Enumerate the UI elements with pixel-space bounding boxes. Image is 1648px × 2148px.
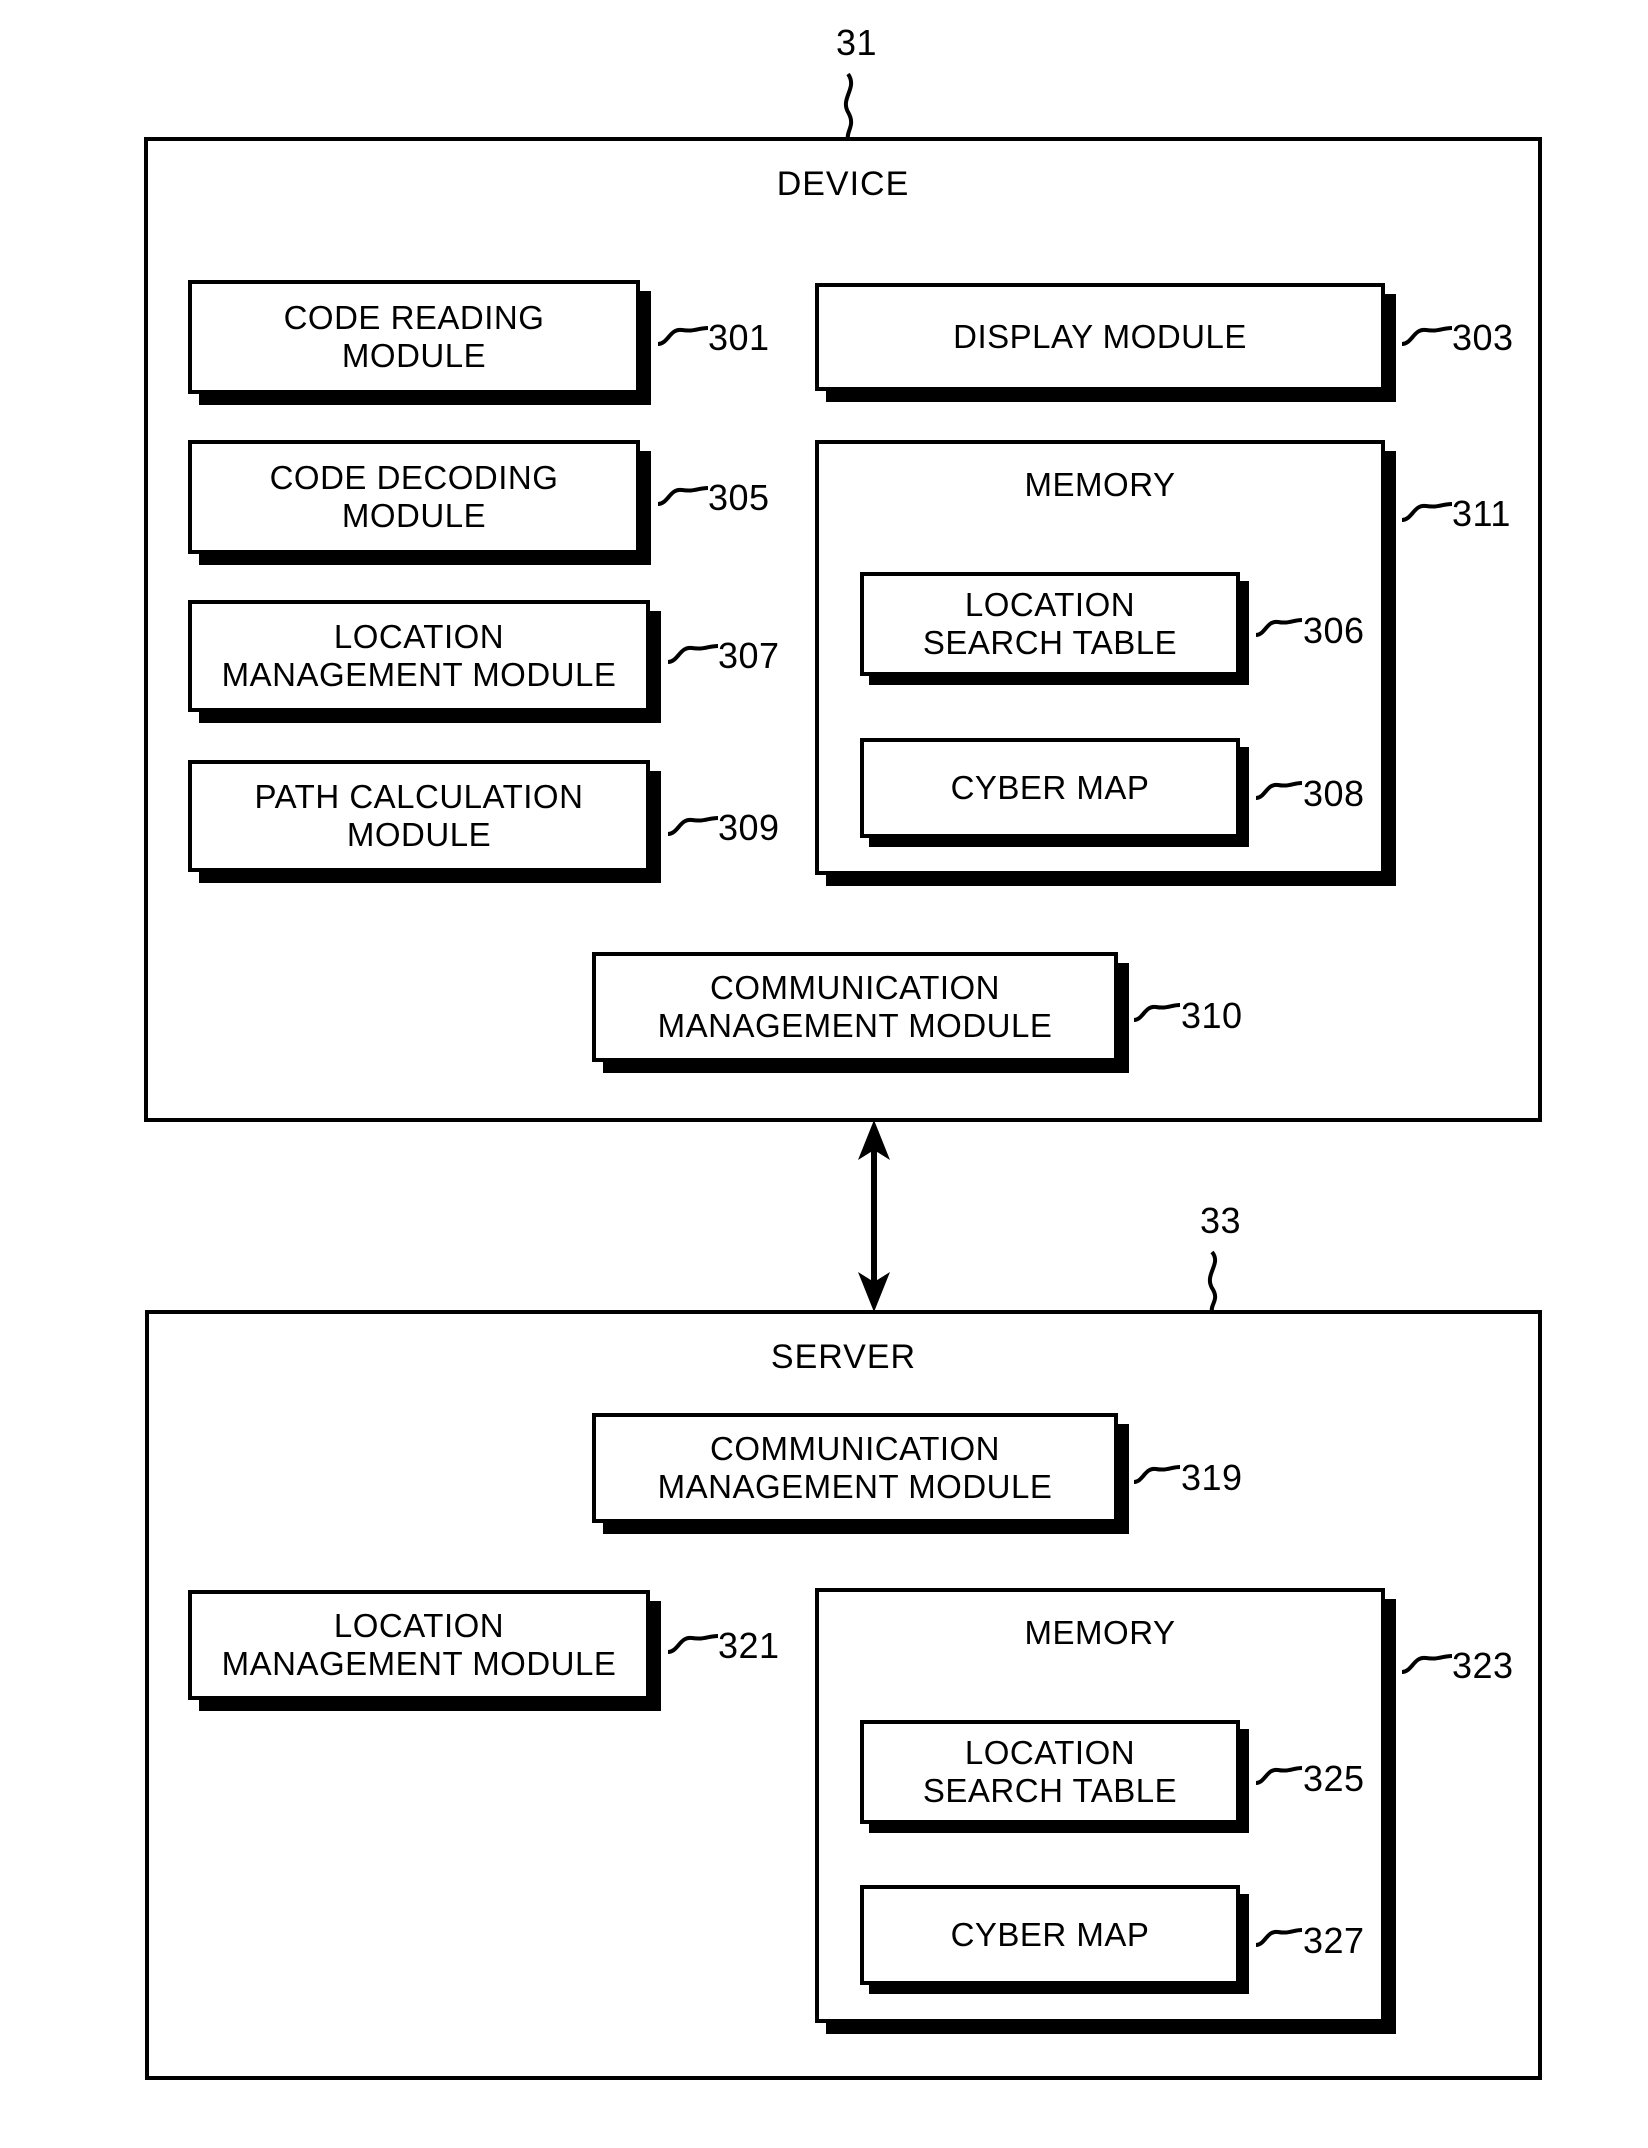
cyber-map-server[interactable]: CYBER MAP [860,1885,1240,1985]
reference-numeral-33: 33 [1200,1200,1242,1241]
reference-numeral-325: 325 [1303,1758,1365,1799]
reference-numeral-321: 321 [718,1625,780,1666]
server-title: SERVER [770,1338,917,1376]
reference-numeral-305: 305 [708,477,770,518]
module-code-decoding-label: CODE DECODING MODULE [269,459,559,534]
module-code-decoding[interactable]: CODE DECODING MODULE [188,440,640,554]
module-location-management-device[interactable]: LOCATION MANAGEMENT MODULE [188,600,650,712]
reference-numeral-31: 31 [836,22,878,63]
reference-numeral-311: 311 [1452,493,1511,534]
device-title: DEVICE [776,165,910,203]
memory-device-title: MEMORY [1024,466,1176,503]
module-display[interactable]: DISPLAY MODULE [815,283,1385,391]
module-communication-management-device[interactable]: COMMUNICATION MANAGEMENT MODULE [592,952,1118,1062]
reference-numeral-327: 327 [1303,1920,1365,1961]
location-search-table-server-label: LOCATION SEARCH TABLE [922,1734,1178,1809]
reference-numeral-319: 319 [1181,1457,1243,1498]
reference-leader-33 [1208,1250,1218,1313]
reference-numeral-303: 303 [1452,317,1514,358]
module-location-management-server-label: LOCATION MANAGEMENT MODULE [221,1607,617,1682]
module-communication-management-server-label: COMMUNICATION MANAGEMENT MODULE [657,1430,1053,1505]
reference-leader-31 [844,72,854,141]
module-location-management-device-label: LOCATION MANAGEMENT MODULE [221,618,617,693]
figure-canvas: 31 DEVICE CODE READING MODULE 301 CODE D… [0,0,1648,2148]
module-path-calculation-label: PATH CALCULATION MODULE [254,778,584,853]
module-communication-management-server[interactable]: COMMUNICATION MANAGEMENT MODULE [592,1413,1118,1523]
location-search-table-device[interactable]: LOCATION SEARCH TABLE [860,572,1240,676]
module-location-management-server[interactable]: LOCATION MANAGEMENT MODULE [188,1590,650,1700]
module-code-reading[interactable]: CODE READING MODULE [188,280,640,394]
reference-numeral-308: 308 [1303,773,1365,814]
module-path-calculation[interactable]: PATH CALCULATION MODULE [188,760,650,872]
module-display-label: DISPLAY MODULE [953,318,1247,356]
location-search-table-server[interactable]: LOCATION SEARCH TABLE [860,1720,1240,1824]
reference-numeral-307: 307 [718,635,780,676]
reference-numeral-306: 306 [1303,610,1365,651]
cyber-map-device-label: CYBER MAP [950,769,1150,807]
location-search-table-device-label: LOCATION SEARCH TABLE [922,586,1178,661]
memory-server-title: MEMORY [1024,1614,1176,1651]
module-communication-management-device-label: COMMUNICATION MANAGEMENT MODULE [657,969,1053,1044]
reference-numeral-309: 309 [718,807,780,848]
module-code-reading-label: CODE READING MODULE [283,299,545,374]
reference-numeral-323: 323 [1452,1645,1514,1686]
reference-numeral-310: 310 [1181,995,1243,1036]
cyber-map-device[interactable]: CYBER MAP [860,738,1240,838]
device-server-link-arrow [858,1120,890,1312]
reference-numeral-301: 301 [708,317,770,358]
cyber-map-server-label: CYBER MAP [950,1916,1150,1954]
